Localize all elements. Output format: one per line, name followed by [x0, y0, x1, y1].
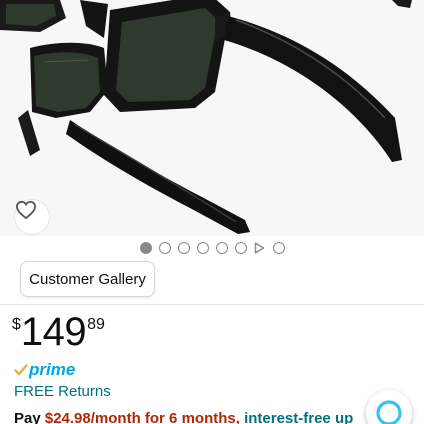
carousel-dot-2[interactable]	[158, 242, 171, 254]
prime-check-icon	[14, 364, 28, 376]
carousel-video-dot[interactable]	[253, 242, 266, 254]
price-fraction: 89	[87, 316, 105, 333]
carousel-dot-6[interactable]	[234, 242, 247, 254]
image-carousel-indicator	[0, 240, 424, 256]
prime-label: prime	[29, 360, 76, 379]
carousel-dot-4[interactable]	[196, 242, 209, 254]
free-returns-link[interactable]: FREE Returns	[14, 383, 111, 400]
financing-amount: $24.98/month for 6 months,	[44, 410, 240, 424]
section-divider	[0, 304, 424, 305]
carousel-dot-5[interactable]	[215, 242, 228, 254]
alexa-button[interactable]	[366, 390, 412, 424]
alexa-icon	[376, 400, 402, 424]
carousel-dot-1[interactable]	[139, 242, 152, 254]
financing-offer[interactable]: Pay $24.98/month for 6 months, interest-…	[14, 410, 353, 424]
play-icon	[254, 242, 265, 254]
prime-badge[interactable]: prime	[14, 360, 75, 380]
carousel-dot-3[interactable]	[177, 242, 190, 254]
price-currency-symbol: $	[12, 316, 21, 333]
financing-suffix: interest-free up	[239, 410, 354, 424]
sunglasses-icon	[0, 0, 412, 234]
product-price: $ 149 89	[12, 310, 105, 356]
financing-prefix: Pay	[14, 410, 45, 424]
price-whole: 149	[20, 310, 87, 354]
carousel-dot-8[interactable]	[272, 242, 285, 254]
wishlist-button[interactable]	[14, 199, 50, 235]
heart-icon	[15, 200, 37, 220]
product-image[interactable]	[0, 0, 424, 236]
customer-gallery-button[interactable]: Customer Gallery	[20, 261, 155, 297]
